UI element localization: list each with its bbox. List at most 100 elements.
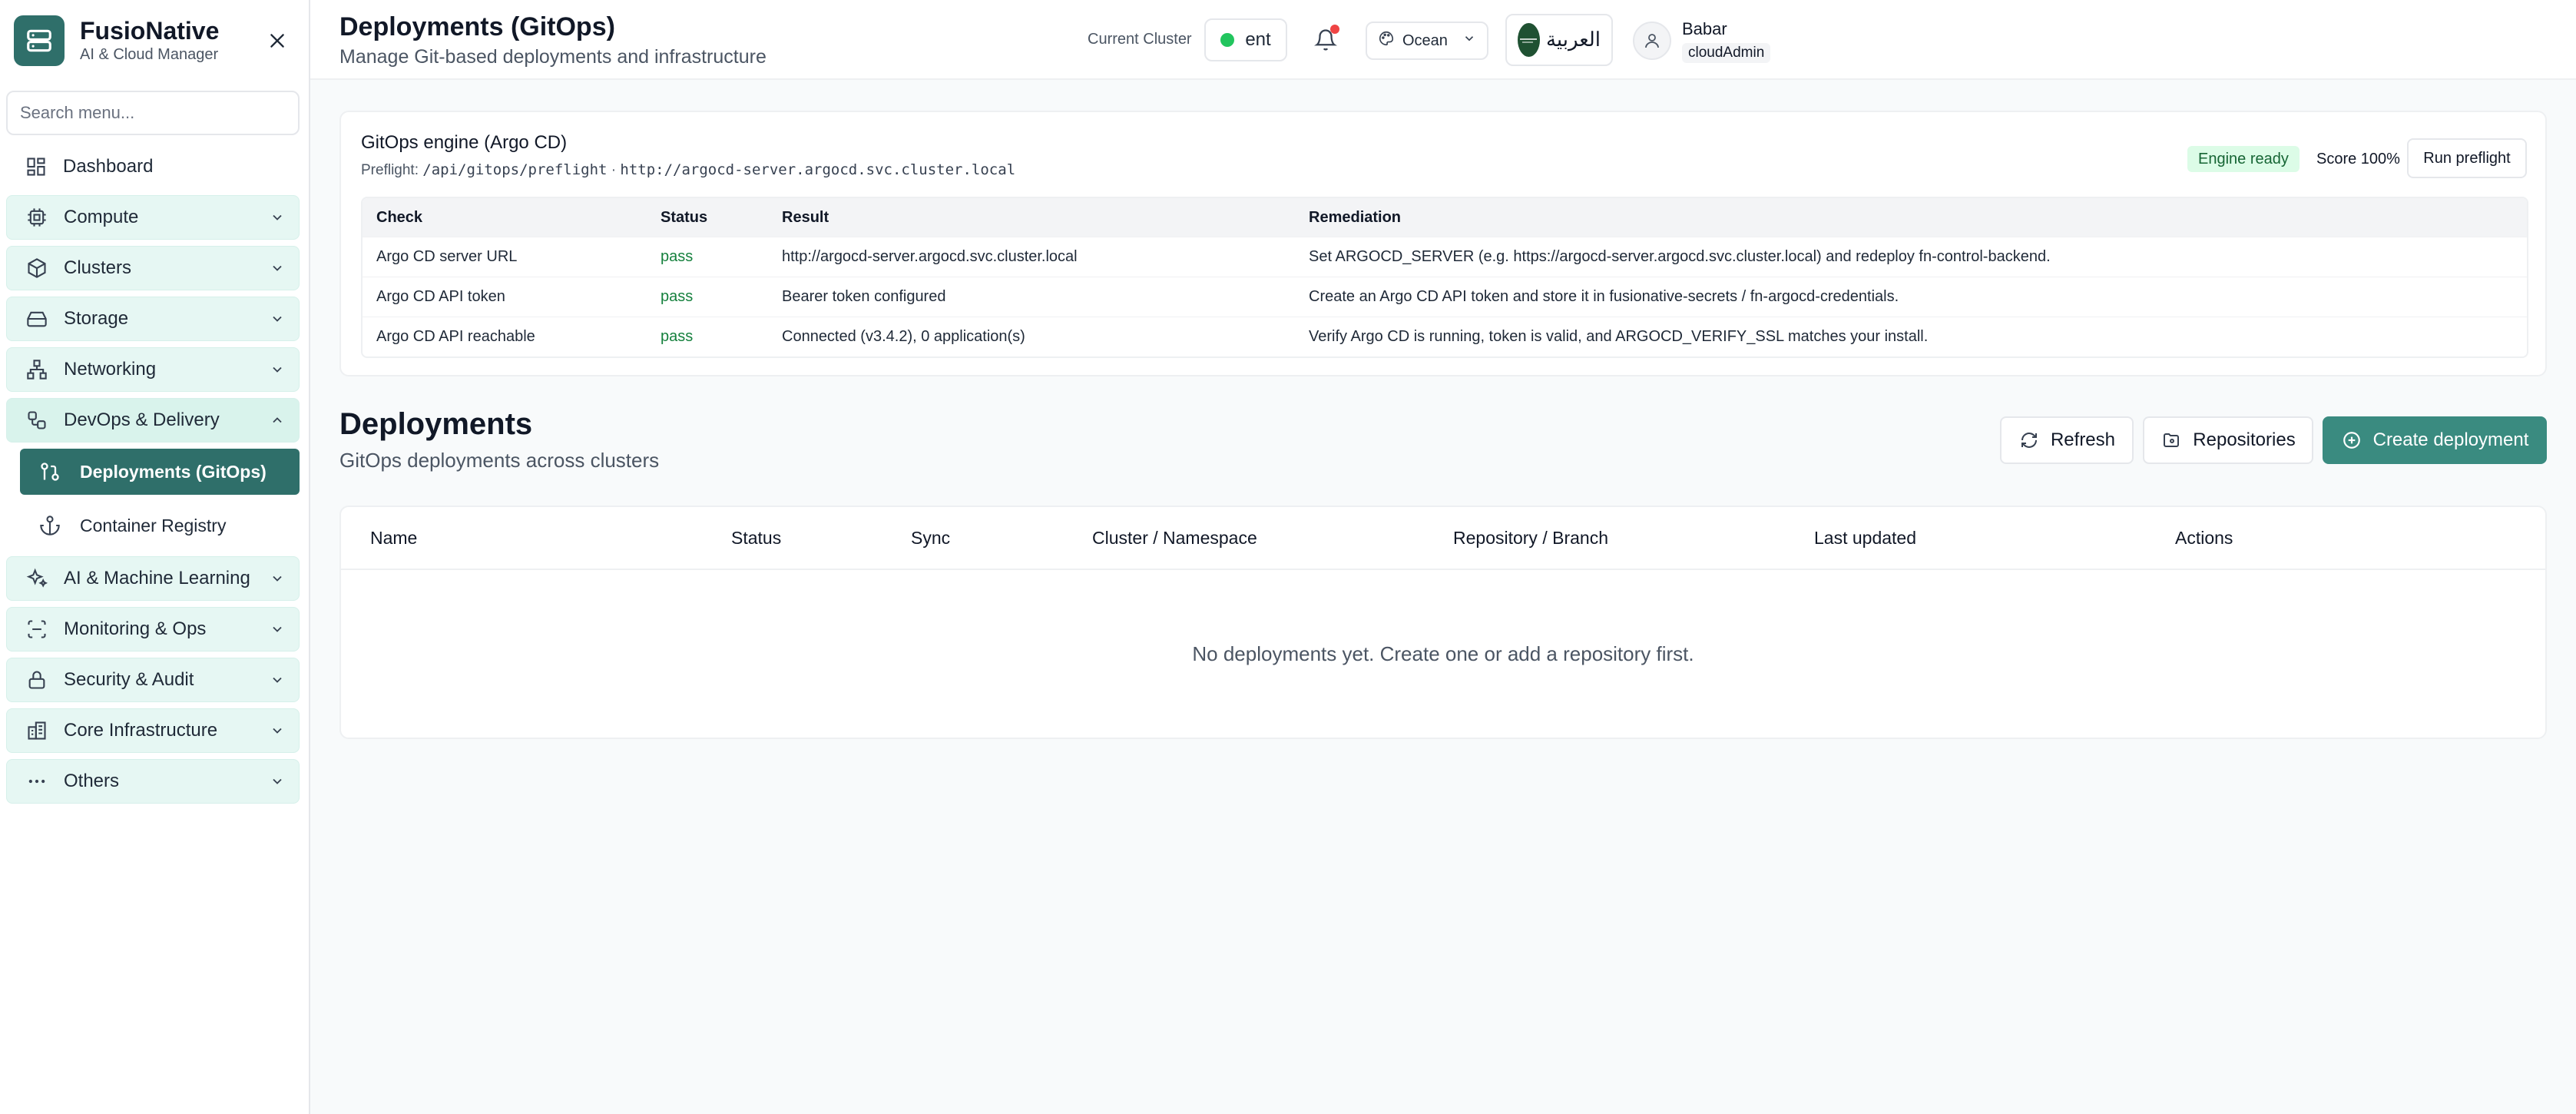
git-pull-request-icon [38, 460, 61, 483]
column-header: Repository / Branch [1453, 527, 1608, 548]
check-name: Argo CD API reachable [376, 328, 535, 345]
plus-circle-icon [2341, 429, 2362, 451]
sidebar-item-container-registry[interactable]: Container Registry [20, 502, 300, 549]
table-header: Name Status Sync Cluster / Namespace Rep… [341, 507, 2545, 570]
sidebar-group-monitoring[interactable]: Monitoring & Ops [6, 607, 300, 651]
sidebar-item-label: Others [64, 771, 120, 791]
engine-status-badge: Engine ready [2187, 146, 2300, 172]
brand-name: FusioNative [80, 17, 220, 45]
palette-icon [1378, 30, 1395, 51]
chevron-up-icon [268, 411, 286, 429]
cube-icon [25, 257, 48, 280]
anchor-icon [38, 514, 61, 537]
user-name: Babar [1682, 19, 1727, 38]
cluster-selector[interactable]: ent [1204, 18, 1287, 61]
preflight-label: Preflight: [361, 162, 419, 178]
create-deployment-button[interactable]: Create deployment [2323, 416, 2547, 464]
sidebar-item-deployments-gitops[interactable]: Deployments (GitOps) [20, 449, 300, 495]
check-status: pass [661, 328, 694, 345]
column-header: Last updated [1814, 527, 1917, 548]
create-deployment-label: Create deployment [2372, 429, 2529, 450]
server-logo-icon [14, 15, 65, 66]
sidebar-group-security[interactable]: Security & Audit [6, 658, 300, 702]
chevron-down-icon [268, 310, 286, 328]
sidebar-item-label: AI & Machine Learning [64, 568, 250, 588]
check-result: Bearer token configured [782, 288, 946, 305]
lock-icon [25, 668, 48, 691]
page-subtitle: Manage Git-based deployments and infrast… [339, 46, 767, 68]
sidebar-item-label: Compute [64, 207, 139, 227]
user-avatar-icon [1633, 22, 1671, 60]
refresh-label: Refresh [2050, 429, 2116, 450]
preflight-path: /api/gitops/preflight [422, 161, 608, 178]
check-status: pass [661, 248, 694, 265]
check-result: Connected (v3.4.2), 0 application(s) [782, 328, 1025, 345]
user-role-badge: cloudAdmin [1682, 43, 1771, 63]
check-remediation: Create an Argo CD API token and store it… [1309, 288, 1899, 305]
close-sidebar-icon[interactable] [264, 28, 290, 54]
workflow-icon [25, 409, 48, 432]
more-horizontal-icon [25, 770, 48, 793]
sidebar-group-ai-ml[interactable]: AI & Machine Learning [6, 556, 300, 601]
table-row: Argo CD server URL pass http://argocd-se… [363, 237, 2527, 277]
empty-state-message: No deployments yet. Create one or add a … [1192, 642, 1694, 665]
sidebar-group-compute[interactable]: Compute [6, 195, 300, 240]
engine-title: GitOps engine (Argo CD) [361, 132, 568, 153]
chevron-down-icon [1462, 31, 1476, 50]
chevron-down-icon [268, 569, 286, 588]
sidebar-group-clusters[interactable]: Clusters [6, 246, 300, 290]
column-header: Remediation [1309, 208, 1402, 226]
deployments-table: Name Status Sync Cluster / Namespace Rep… [339, 506, 2547, 739]
notifications-bell-icon[interactable] [1309, 23, 1343, 57]
sidebar-item-label: Core Infrastructure [64, 720, 218, 741]
building-icon [25, 719, 48, 742]
preflight-separator: · [611, 162, 617, 178]
sidebar-group-networking[interactable]: Networking [6, 347, 300, 392]
sidebar-group-others[interactable]: Others [6, 759, 300, 804]
chevron-down-icon [268, 259, 286, 277]
sidebar-group-devops[interactable]: DevOps & Delivery [6, 398, 300, 443]
scan-icon [25, 618, 48, 641]
language-switcher[interactable]: العربية [1505, 14, 1613, 66]
theme-name: Ocean [1402, 31, 1448, 49]
sidebar-group-core-infra[interactable]: Core Infrastructure [6, 708, 300, 753]
column-header: Status [661, 208, 708, 226]
column-header: Cluster / Namespace [1092, 527, 1257, 548]
engine-preflight-info: Preflight: /api/gitops/preflight · http:… [361, 161, 1015, 179]
sidebar: FusioNative AI & Cloud Manager Dashboard… [0, 0, 310, 1114]
cluster-name: ent [1245, 29, 1271, 50]
sidebar-item-label: DevOps & Delivery [64, 409, 220, 430]
run-preflight-button[interactable]: Run preflight [2407, 138, 2527, 178]
repositories-label: Repositories [2193, 429, 2296, 450]
sidebar-item-label: Security & Audit [64, 669, 194, 690]
refresh-icon [2018, 429, 2040, 451]
check-remediation: Set ARGOCD_SERVER (e.g. https://argocd-s… [1309, 248, 2051, 265]
language-label: العربية [1545, 28, 1601, 51]
search-menu-input[interactable] [6, 91, 300, 135]
table-row: Argo CD API token pass Bearer token conf… [363, 277, 2527, 317]
network-icon [25, 358, 48, 381]
current-cluster-label: Current Cluster [1088, 31, 1192, 48]
table-header: Check Status Result Remediation [363, 198, 2527, 237]
dashboard-icon [25, 155, 48, 178]
sidebar-nav: Dashboard Compute Clusters Storage Netwo… [6, 144, 300, 810]
brand: FusioNative AI & Cloud Manager [14, 14, 298, 68]
chevron-down-icon [268, 671, 286, 689]
sidebar-item-label: Deployments (GitOps) [80, 461, 267, 482]
check-name: Argo CD API token [376, 288, 505, 305]
sidebar-group-storage[interactable]: Storage [6, 297, 300, 341]
theme-selector[interactable]: Ocean [1366, 22, 1488, 60]
sidebar-item-label: Container Registry [80, 515, 227, 535]
sidebar-item-label: Clusters [64, 257, 132, 278]
repositories-button[interactable]: Repositories [2143, 416, 2313, 464]
flag-icon [1518, 23, 1540, 57]
hard-drive-icon [25, 307, 48, 330]
user-menu[interactable]: Babar cloudAdmin [1633, 14, 1802, 68]
sidebar-item-label: Storage [64, 308, 129, 329]
sparkles-icon [25, 567, 48, 590]
table-row: Argo CD API reachable pass Connected (v3… [363, 317, 2527, 356]
sidebar-item-dashboard[interactable]: Dashboard [6, 144, 300, 189]
check-name: Argo CD server URL [376, 248, 518, 265]
column-header: Status [731, 527, 782, 548]
refresh-button[interactable]: Refresh [2000, 416, 2134, 464]
